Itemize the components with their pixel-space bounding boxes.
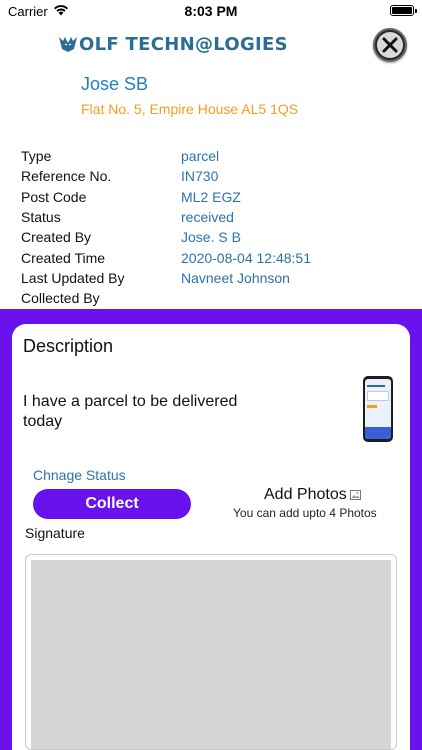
customer-address: Flat No. 5, Empire House AL5 1QS — [81, 101, 299, 117]
close-icon — [382, 37, 398, 53]
image-icon — [349, 490, 361, 500]
detail-row-postcode: Post Code ML2 EGZ — [21, 187, 401, 207]
add-photos-label: Add Photos — [264, 486, 347, 503]
detail-row-collected-by: Collected By — [21, 288, 401, 308]
detail-label: Collected By — [21, 290, 100, 307]
detail-row-created-by: Created By Jose. S B — [21, 227, 401, 247]
collect-button[interactable]: Collect — [33, 489, 191, 519]
signature-pad[interactable] — [31, 560, 391, 749]
status-bar: Carrier 8:03 PM — [0, 0, 422, 22]
detail-value: Jose. S B — [181, 229, 241, 246]
close-button-face — [377, 32, 403, 58]
detail-value: 2020-08-04 12:48:51 — [181, 249, 311, 266]
detail-label: Post Code — [21, 188, 87, 205]
description-title: Description — [23, 336, 114, 356]
description-text: I have a parcel to be delivered today — [23, 393, 238, 430]
description-card: Description I have a parcel to be delive… — [12, 324, 410, 750]
detail-row-created-time: Created Time 2020-08-04 12:48:51 — [21, 247, 401, 267]
detail-row-status: Status received — [21, 207, 401, 227]
logo-text: OLF TECHN@LOGIES — [79, 33, 288, 55]
detail-label: Status — [21, 209, 61, 226]
clock: 8:03 PM — [184, 3, 238, 19]
thumbnail-screen — [365, 379, 391, 439]
photos-hint: You can add upto 4 Photos — [233, 506, 377, 520]
detail-label: Last Updated By — [21, 269, 125, 286]
detail-row-type: Type parcel — [21, 146, 401, 166]
change-status-link[interactable]: Chnage Status — [33, 467, 126, 483]
signature-label: Signature — [25, 525, 85, 541]
detail-value: ML2 EGZ — [181, 188, 241, 205]
add-photos-button[interactable]: Add Photos — [264, 486, 361, 504]
customer-name: Jose SB — [81, 74, 149, 94]
detail-label: Type — [21, 148, 52, 165]
detail-label: Created By — [21, 229, 92, 246]
photo-thumbnail[interactable] — [363, 376, 393, 442]
company-logo: OLF TECHN@LOGIES — [58, 33, 288, 55]
details-list: Type parcel Reference No. IN730 Post Cod… — [21, 146, 401, 308]
detail-value: received — [181, 209, 234, 226]
battery-icon — [390, 5, 417, 16]
detail-value: IN730 — [181, 168, 219, 185]
close-button[interactable] — [373, 28, 407, 62]
signature-box — [25, 554, 397, 750]
detail-value: parcel — [181, 148, 220, 165]
detail-row-reference: Reference No. IN730 — [21, 166, 401, 186]
detail-label: Reference No. — [21, 168, 112, 185]
wolf-logo-icon — [59, 37, 77, 52]
detail-label: Created Time — [21, 249, 106, 266]
detail-row-last-updated-by: Last Updated By Navneet Johnson — [21, 268, 401, 288]
detail-value: Navneet Johnson — [181, 269, 290, 286]
